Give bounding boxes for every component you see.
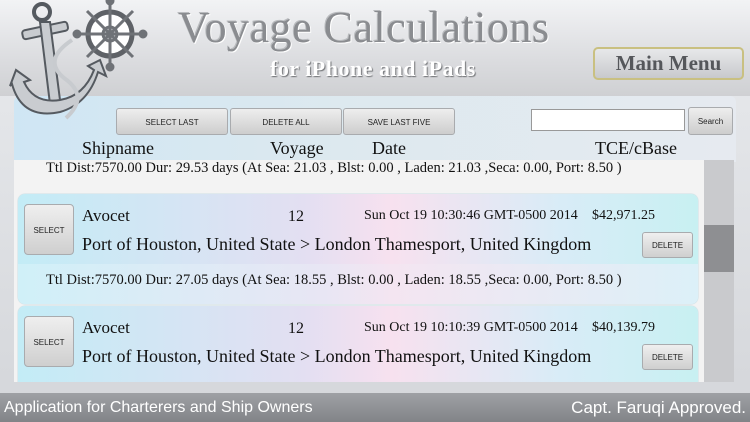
page-title: Voyage Calculations [178,3,550,52]
select-record-button[interactable]: SELECT [24,316,74,367]
record-route: Port of Houston, United State > London T… [82,346,592,366]
delete-all-button[interactable]: DELETE ALL [230,108,342,135]
footer-tagline: Application for Charterers and Ship Owne… [4,399,313,416]
scrollbar-thumb[interactable] [704,225,734,272]
search-input[interactable] [531,109,685,131]
column-header-shipname: Shipname [82,138,154,158]
voyage-list: Ttl Dist:7570.00 Dur: 29.53 days (At Sea… [14,160,704,382]
record-shipname: Avocet [82,206,130,225]
record-date: Sun Oct 19 10:10:39 GMT-0500 2014 [364,320,578,335]
voyage-record: SELECT Avocet 12 Sun Oct 19 10:10:39 GMT… [18,306,698,382]
column-header-voyage: Voyage [270,138,324,158]
footer-approval: Capt. Faruqi Approved. [571,398,746,417]
record-route: Port of Houston, United State > London T… [82,234,592,254]
delete-record-button[interactable]: DELETE [642,344,693,370]
record-date: Sun Oct 19 10:30:46 GMT-0500 2014 [364,208,578,223]
column-header-tce: TCE/cBase [595,138,677,158]
voyage-summary: Ttl Dist:7570.00 Dur: 29.53 days (At Sea… [46,160,622,176]
record-voyage: 12 [288,208,304,225]
record-tce: $42,971.25 [592,208,655,223]
anchor-and-ship-wheel-icon [9,0,148,120]
record-shipname: Avocet [82,318,130,337]
select-record-button[interactable]: SELECT [24,204,74,255]
voyage-record: SELECT Avocet 12 Sun Oct 19 10:30:46 GMT… [18,194,698,304]
record-summary: Ttl Dist:7570.00 Dur: 27.05 days (At Sea… [46,272,622,288]
save-last-five-button[interactable]: SAVE LAST FIVE [343,108,455,135]
search-button[interactable]: Search [688,107,733,135]
record-tce: $40,139.79 [592,320,655,335]
delete-record-button[interactable]: DELETE [642,232,693,258]
column-header-date: Date [372,138,406,158]
page-subtitle: for iPhone and iPads [270,56,476,81]
record-voyage: 12 [288,320,304,337]
main-menu-button[interactable]: Main Menu [593,47,744,80]
